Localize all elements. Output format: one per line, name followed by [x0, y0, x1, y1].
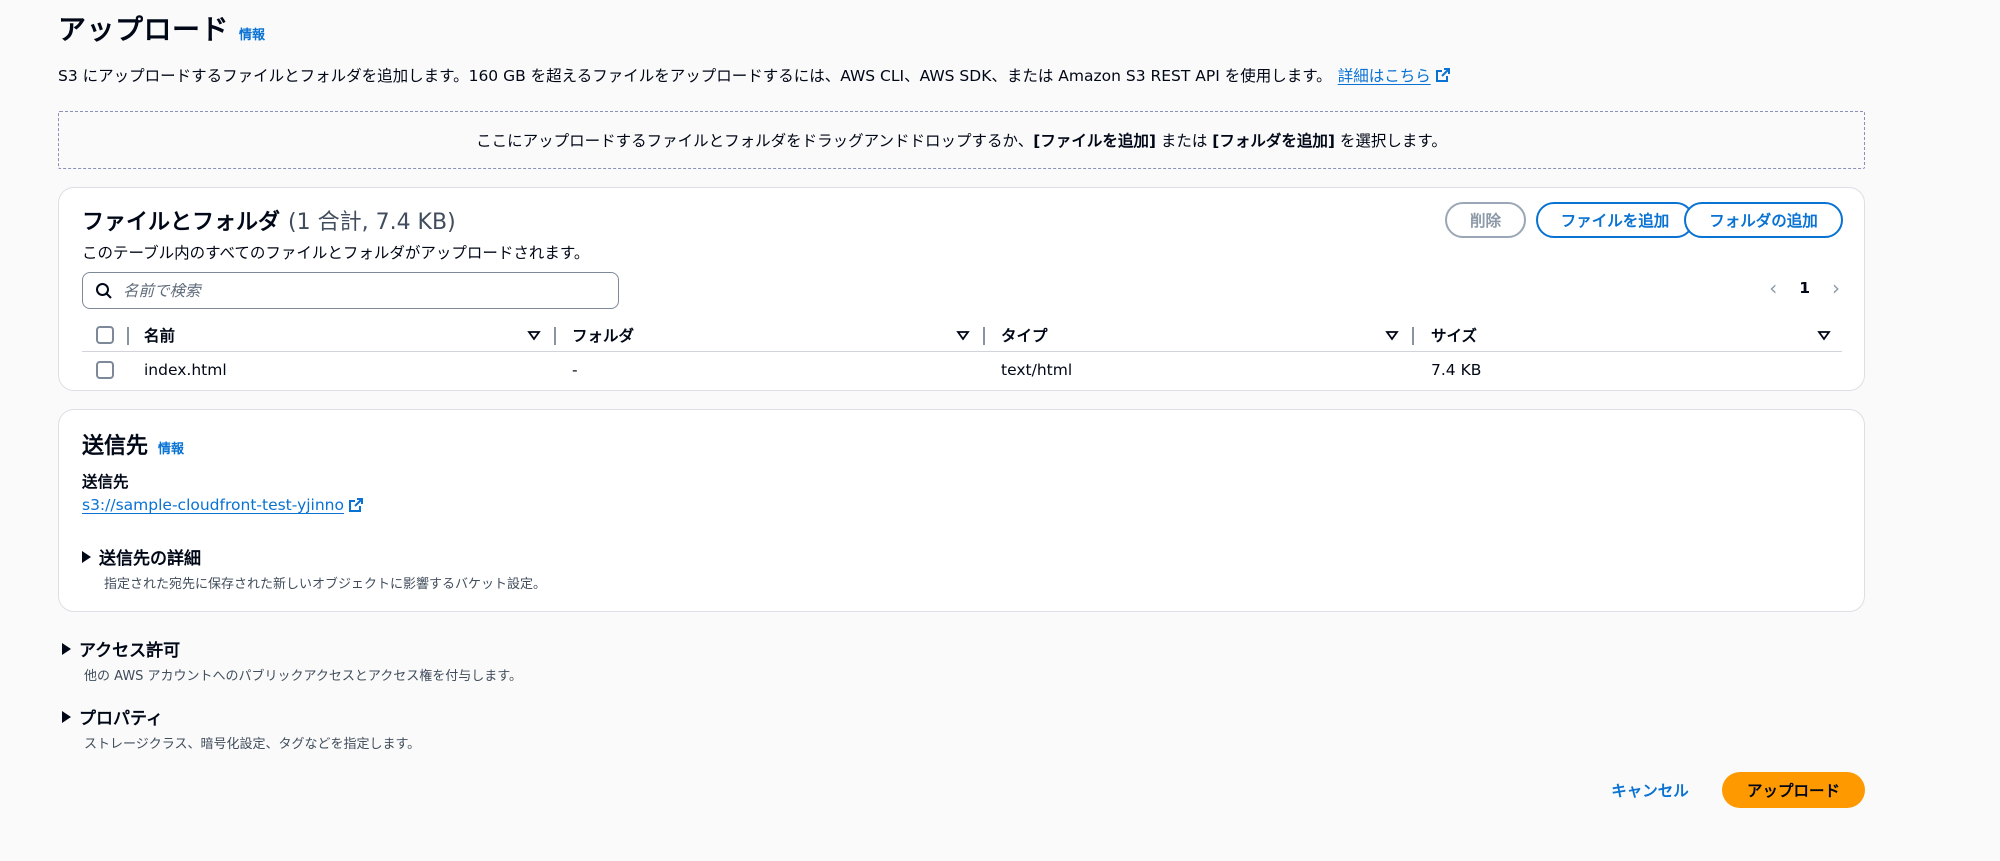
search-input[interactable] — [123, 281, 618, 300]
header-info-link[interactable]: 情報 — [239, 24, 265, 43]
dropzone-middle: または — [1155, 132, 1213, 150]
column-header-name[interactable]: 名前 — [144, 318, 175, 351]
column-separator[interactable] — [1412, 327, 1414, 345]
sort-type-icon[interactable] — [1385, 327, 1399, 343]
cell-name: index.html — [144, 361, 227, 379]
permissions-sub: 他の AWS アカウントへのパブリックアクセスとアクセス権を付与します。 — [84, 669, 522, 684]
files-and-folders-panel: ファイルとフォルダ (1 合計, 7.4 KB) このテーブル内のすべてのファイ… — [58, 187, 1865, 391]
sort-folder-icon[interactable] — [956, 327, 970, 343]
caret-right-icon — [62, 642, 71, 655]
table-header: 名前 フォルダ タイプ サイズ — [82, 318, 1842, 352]
destination-title: 送信先 — [82, 434, 149, 459]
destination-details-sub: 指定された宛先に保存された新しいオブジェクトに影響するバケット設定。 — [104, 577, 547, 592]
row-checkbox[interactable] — [96, 361, 114, 379]
permissions-section[interactable]: アクセス許可 他の AWS アカウントへのパブリックアクセスとアクセス権を付与し… — [62, 636, 522, 684]
properties-title: プロパティ — [79, 709, 163, 729]
column-separator — [127, 327, 129, 345]
sort-name-icon[interactable] — [527, 327, 541, 343]
learn-more-link[interactable]: 詳細はこちら — [1338, 64, 1451, 86]
destination-panel: 送信先 情報 送信先 s3://sample-cloudfront-test-y… — [58, 409, 1865, 612]
upload-button[interactable]: アップロード — [1722, 772, 1865, 808]
permissions-title: アクセス許可 — [79, 641, 181, 661]
next-page-icon[interactable]: › — [1832, 276, 1840, 300]
page-description: S3 にアップロードするファイルとフォルダを追加します。160 GB を超えるフ… — [58, 64, 1451, 86]
page-title: アップロード — [58, 13, 230, 46]
destination-header: 送信先 情報 — [82, 428, 184, 460]
description-text: S3 にアップロードするファイルとフォルダを追加します。160 GB を超えるフ… — [58, 67, 1332, 85]
destination-bucket-link[interactable]: s3://sample-cloudfront-test-yjinno — [82, 496, 364, 514]
add-folder-button[interactable]: フォルダの追加 — [1684, 202, 1843, 238]
bucket-link-label: s3://sample-cloudfront-test-yjinno — [82, 496, 344, 514]
caret-right-icon — [62, 710, 71, 723]
search-icon — [96, 282, 112, 299]
column-separator[interactable] — [554, 327, 556, 345]
column-separator[interactable] — [983, 327, 985, 345]
select-all-cell — [96, 318, 114, 351]
dropzone-add-files: [ファイルを追加] — [1033, 132, 1156, 150]
add-files-button[interactable]: ファイルを追加 — [1536, 202, 1694, 238]
dropzone-suffix: を選択します。 — [1334, 132, 1447, 150]
files-count: (1 合計, 7.4 KB) — [288, 210, 456, 235]
upload-dropzone[interactable]: ここにアップロードするファイルとフォルダをドラッグアンドドロップするか、 [ファ… — [58, 111, 1865, 169]
properties-section[interactable]: プロパティ ストレージクラス、暗号化設定、タグなどを指定します。 — [62, 704, 420, 752]
external-link-icon — [1435, 68, 1450, 82]
row-select-cell — [96, 352, 114, 388]
column-header-type[interactable]: タイプ — [1001, 318, 1048, 351]
destination-details-section[interactable]: 送信先の詳細 指定された宛先に保存された新しいオブジェクトに影響するバケット設定… — [82, 544, 546, 592]
learn-more-label: 詳細はこちら — [1337, 67, 1431, 85]
select-all-checkbox[interactable] — [96, 325, 114, 344]
caret-right-icon — [82, 550, 91, 563]
table-row: index.html - text/html 7.4 KB — [82, 352, 1842, 388]
cancel-button[interactable]: キャンセル — [1600, 772, 1700, 808]
sort-size-icon[interactable] — [1817, 327, 1831, 343]
page-header: アップロード 情報 — [58, 8, 265, 48]
dropzone-add-folder: [フォルダを追加] — [1212, 132, 1335, 150]
column-header-size[interactable]: サイズ — [1431, 318, 1477, 351]
dropzone-prefix: ここにアップロードするファイルとフォルダをドラッグアンドドロップするか、 — [476, 132, 1034, 150]
search-box — [82, 272, 619, 309]
column-header-folder[interactable]: フォルダ — [572, 318, 634, 351]
prev-page-icon[interactable]: ‹ — [1769, 276, 1777, 300]
delete-button[interactable]: 削除 — [1445, 202, 1526, 238]
destination-info-link[interactable]: 情報 — [158, 438, 184, 457]
cell-size: 7.4 KB — [1431, 361, 1482, 379]
files-panel-subtitle: このテーブル内のすべてのファイルとフォルダがアップロードされます。 — [82, 244, 590, 262]
cell-folder: - — [572, 361, 578, 379]
files-panel-title: ファイルとフォルダ — [82, 210, 281, 235]
properties-sub: ストレージクラス、暗号化設定、タグなどを指定します。 — [84, 737, 421, 752]
pagination: ‹ 1 › — [1769, 276, 1840, 300]
destination-details-title: 送信先の詳細 — [99, 549, 201, 569]
files-panel-header: ファイルとフォルダ (1 合計, 7.4 KB) — [82, 204, 456, 236]
external-link-icon — [349, 498, 363, 512]
cell-type: text/html — [1001, 361, 1073, 379]
current-page[interactable]: 1 — [1799, 279, 1810, 297]
destination-label: 送信先 — [82, 473, 129, 491]
